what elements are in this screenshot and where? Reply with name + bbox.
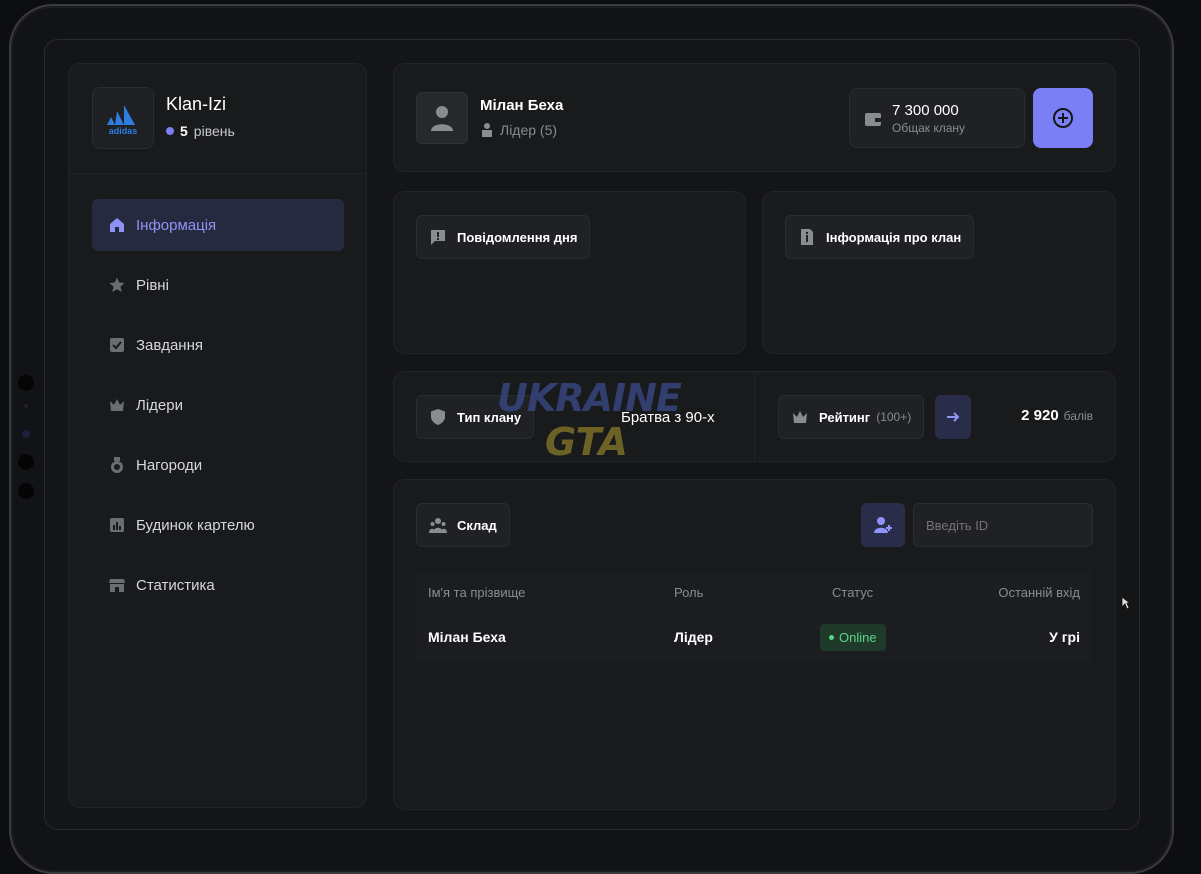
sidebar-item-label: Лідери (136, 396, 183, 414)
sidebar-item-label: Інформація (136, 216, 217, 234)
rating-chip: Рейтинг (100+) (778, 395, 925, 439)
message-of-day-chip: Повідомлення дня (416, 215, 591, 259)
sidebar-item-statistics[interactable]: Статистика (92, 559, 344, 611)
store-icon (108, 576, 126, 594)
home-icon (108, 216, 126, 234)
camera-dot (18, 483, 34, 499)
level-number: 5 (180, 123, 188, 139)
column-header: Роль (674, 584, 704, 600)
clan-logo: adidas (92, 87, 154, 149)
table-row[interactable]: Мілан Беха Лідер Online У грі (416, 613, 1092, 661)
member-card: Мілан Беха Лідер (5) 7 300 000 Общак кла… (393, 63, 1116, 172)
balance-label: Общак клану (892, 121, 966, 135)
divider (754, 372, 755, 461)
rating-label: Рейтинг (819, 409, 871, 425)
message-of-day-card: Повідомлення дня (393, 191, 746, 354)
clan-info-card: Інформація про клан (762, 191, 1116, 354)
info-icon (798, 228, 816, 246)
status-badge: Online (820, 623, 886, 651)
clan-info-label: Інформація про клан (826, 229, 962, 245)
sidebar: adidas Klan-Izi 5 рівень Інформація Рівн… (68, 63, 367, 808)
sidebar-item-levels[interactable]: Рівні (92, 259, 344, 311)
member-role: Лідер (5) (480, 122, 557, 138)
camera-dot (22, 430, 30, 438)
clan-info-chip: Інформація про клан (785, 215, 975, 259)
sidebar-item-label: Завдання (136, 336, 203, 354)
message-alert-icon (429, 228, 447, 246)
clan-type-rating-card: Тип клану Братва з 90-х Рейтинг (100+) 2… (393, 371, 1116, 462)
warehouse-label: Склад (457, 517, 497, 533)
column-header: Останній вхід (998, 584, 1080, 600)
column-header: Ім'я та прізвище (428, 584, 526, 600)
wallet-icon (865, 113, 881, 126)
logo-text: adidas (108, 125, 138, 136)
level-dot-icon (166, 127, 174, 135)
cursor-icon (1121, 596, 1131, 610)
user-icon (431, 106, 453, 131)
member-name: Мілан Беха (480, 97, 564, 114)
sidebar-item-info[interactable]: Інформація (92, 199, 344, 251)
member-role-cell: Лідер (674, 629, 713, 645)
avatar (416, 92, 468, 144)
sidebar-nav: Інформація Рівні Завдання Лідери Нагород… (92, 199, 344, 619)
tablet-screen: adidas Klan-Izi 5 рівень Інформація Рівн… (44, 39, 1140, 830)
checkbox-icon (108, 336, 126, 354)
member-role-text: Лідер (5) (500, 122, 558, 138)
star-icon (108, 276, 126, 294)
deposit-button[interactable] (1033, 88, 1093, 148)
plus-circle-icon (1053, 108, 1073, 128)
sidebar-item-leaders[interactable]: Лідери (92, 379, 344, 431)
add-member-button[interactable] (861, 503, 905, 547)
group-icon (429, 516, 447, 534)
sidebar-item-label: Нагороди (136, 456, 203, 474)
clan-type-chip: Тип клану (416, 395, 535, 439)
member-name-cell: Мілан Беха (428, 629, 506, 645)
message-of-day-label: Повідомлення дня (457, 229, 578, 245)
rank-icon (482, 123, 492, 137)
rating-points-unit: балів (1063, 409, 1093, 423)
camera-dot (18, 375, 34, 391)
status-text: Online (839, 629, 877, 645)
sidebar-item-label: Будинок картелю (136, 516, 255, 534)
crown-icon (791, 408, 809, 426)
column-header: Статус (832, 584, 874, 600)
rating-open-button[interactable] (935, 395, 971, 439)
sidebar-item-tasks[interactable]: Завдання (92, 319, 344, 371)
clan-type-value: Братва з 90-х (621, 409, 715, 426)
level-word: рівень (193, 123, 235, 139)
rating-points: 2 920 балів (1021, 407, 1093, 424)
camera-dot (24, 404, 28, 408)
sidebar-item-rewards[interactable]: Нагороди (92, 439, 344, 491)
balance-amount: 7 300 000 (892, 102, 959, 119)
clan-level: 5 рівень (166, 123, 235, 139)
id-input[interactable] (913, 503, 1093, 547)
table-header: Ім'я та прізвище Роль Статус Останній вх… (416, 572, 1092, 612)
sidebar-item-label: Статистика (136, 576, 215, 594)
shield-icon (429, 408, 447, 426)
arrow-right-icon (947, 412, 960, 422)
adidas-logo-icon (107, 104, 135, 125)
sidebar-item-cartel-house[interactable]: Будинок картелю (92, 499, 344, 551)
rating-points-value: 2 920 (1021, 407, 1059, 424)
crown-icon (108, 396, 126, 414)
warehouse-card: Склад Ім'я та прізвище Роль Статус Остан… (393, 479, 1116, 810)
warehouse-chip[interactable]: Склад (416, 503, 510, 547)
clan-name: Klan-Izi (166, 94, 227, 114)
user-plus-icon (874, 517, 892, 533)
clan-type-label: Тип клану (457, 409, 522, 425)
camera-dot (18, 454, 34, 470)
rating-sub: (100+) (876, 410, 912, 424)
chart-icon (108, 516, 126, 534)
online-dot-icon (829, 634, 834, 640)
last-seen-cell: У грі (1049, 629, 1080, 645)
clan-header: adidas Klan-Izi 5 рівень (69, 64, 366, 174)
balance-box: 7 300 000 Общак клану (849, 88, 1025, 148)
sidebar-item-label: Рівні (136, 276, 169, 294)
medal-icon (108, 456, 126, 474)
